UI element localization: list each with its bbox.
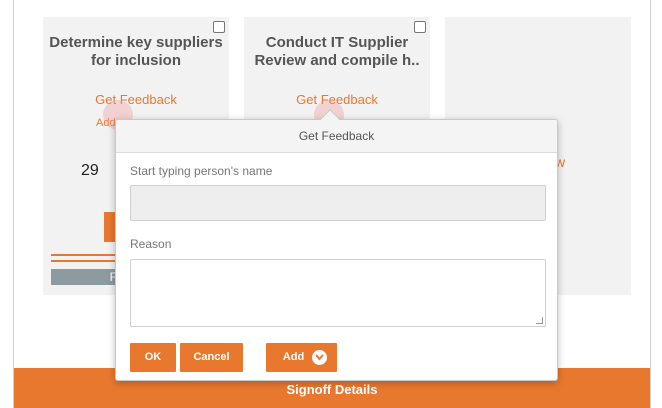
- card-title: Conduct IT Supplier Review and compile h…: [254, 34, 420, 69]
- progress-line: [51, 254, 121, 256]
- progress-line: [51, 260, 121, 262]
- card-title: Determine key suppliers for inclusion: [49, 34, 223, 69]
- ok-button[interactable]: OK: [130, 343, 176, 372]
- card-select-checkbox[interactable]: [213, 21, 225, 33]
- progress-indicator: [51, 254, 121, 262]
- card-footer-button[interactable]: F: [51, 269, 121, 285]
- popover-title: Get Feedback: [116, 120, 557, 153]
- get-feedback-popover: Get Feedback Start typing person's name …: [115, 109, 558, 381]
- add-dropdown-button[interactable]: Add: [266, 343, 337, 372]
- card-count: 29: [81, 162, 99, 179]
- person-name-input[interactable]: [130, 185, 546, 221]
- card-select-checkbox[interactable]: [414, 21, 426, 33]
- add-button-label: Add: [282, 351, 305, 363]
- person-name-label: Start typing person's name: [130, 164, 273, 178]
- get-feedback-link[interactable]: Get Feedback: [43, 92, 229, 107]
- chevron-down-icon: [312, 350, 327, 365]
- resize-handle-icon[interactable]: [536, 317, 543, 324]
- reason-label: Reason: [130, 237, 172, 251]
- reason-textarea[interactable]: [130, 259, 546, 327]
- cancel-button[interactable]: Cancel: [180, 343, 243, 372]
